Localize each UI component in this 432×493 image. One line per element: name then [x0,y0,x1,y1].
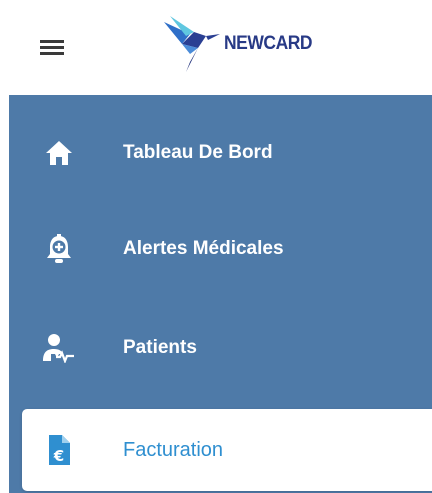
brand-name: NEWCARD [224,33,313,54]
sidebar-item-label: Tableau De Bord [123,142,273,163]
hamburger-menu-icon[interactable] [40,36,70,58]
sidebar-nav: Tableau De Bord Alertes Médicales Patien… [9,95,432,493]
medical-alert-bell-icon [43,233,75,265]
hummingbird-logo-icon [164,16,220,72]
sidebar-item-patients[interactable]: Patients [9,307,432,389]
svg-text:€: € [53,447,64,465]
invoice-euro-icon: € [43,434,75,466]
sidebar-item-label: Alertes Médicales [123,238,284,259]
home-icon [43,137,75,169]
brand-logo[interactable]: NEWCARD [160,14,318,74]
sidebar-item-tableau-de-bord[interactable]: Tableau De Bord [9,112,432,194]
patient-heartbeat-icon [43,332,75,364]
sidebar-item-alertes-medicales[interactable]: Alertes Médicales [9,208,432,290]
app-header: NEWCARD [0,0,432,95]
sidebar-item-facturation[interactable]: € Facturation [22,409,432,491]
sidebar-item-label: Facturation [123,438,224,461]
sidebar-item-label: Patients [123,337,197,358]
